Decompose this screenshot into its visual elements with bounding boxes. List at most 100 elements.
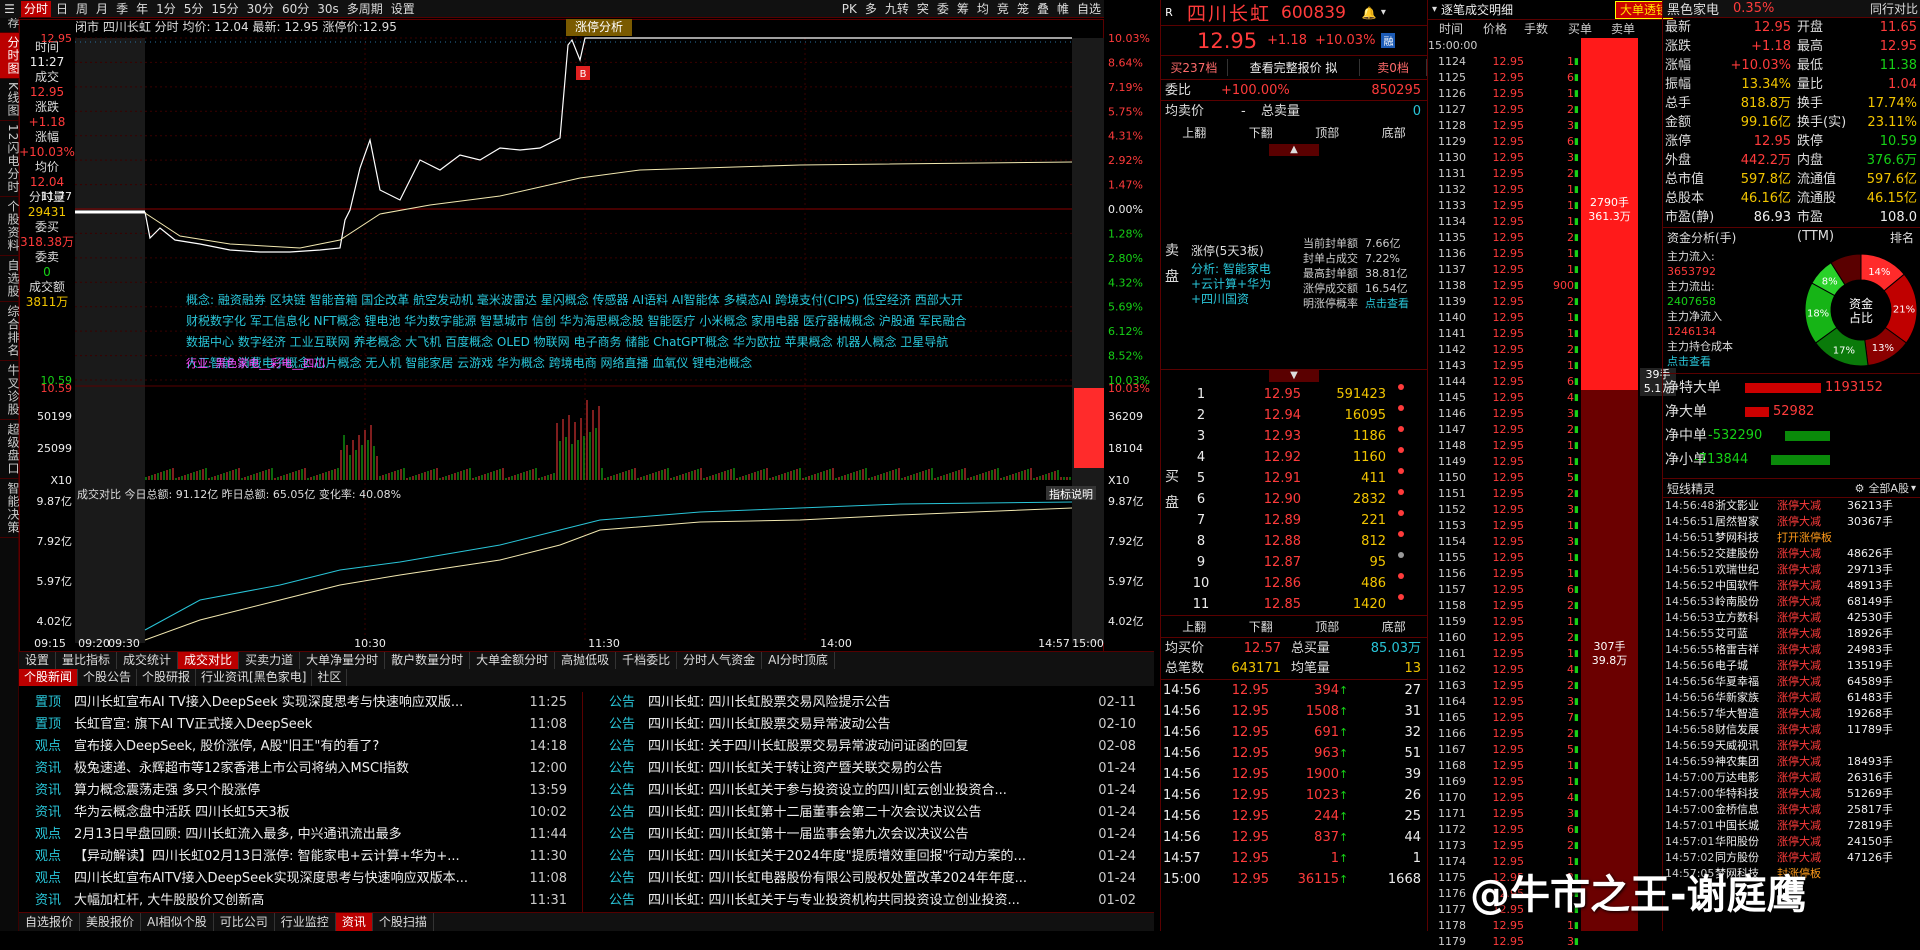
short-line-row[interactable]: 14:56:55 艾可蓝 涨停大减 18926手 xyxy=(1665,626,1920,642)
news-title[interactable]: 四川长虹: 四川长虹第十一届监事会第九次会议决议公告 xyxy=(648,824,1088,846)
bottom-tab-5[interactable]: 资讯 xyxy=(335,913,373,931)
news-title[interactable]: 算力概念震荡走强 多只个股涨停 xyxy=(74,780,519,802)
indicator-tab-9[interactable]: 千档委比 xyxy=(616,652,678,669)
short-line-row[interactable]: 14:56:51 居然智家 涨停大减 30367手 xyxy=(1665,514,1920,530)
news-title[interactable]: 大幅加杠杆, 大牛股股价又创新高 xyxy=(74,890,519,912)
news-title[interactable]: 宣布接入DeepSeek, 股价涨停, A股"旧王"有的看了? xyxy=(74,736,519,758)
short-line-row[interactable]: 14:57:00 金桥信息 涨停大减 25817手 xyxy=(1665,802,1920,818)
news-row[interactable]: 公告 四川长虹: 四川长虹第十二届董事会第二十次会议决议公告 01-24 xyxy=(596,802,1136,824)
indicator-tab-10[interactable]: 分时人气资金 xyxy=(677,652,763,669)
fund-rank-label[interactable]: 排名 xyxy=(1890,229,1920,246)
bottom-tab-4[interactable]: 行业监控 xyxy=(275,913,336,931)
orderbook-nav-0[interactable]: 上翻 xyxy=(1161,122,1228,144)
quote-bar-item-2[interactable]: 卖0档 xyxy=(1360,59,1427,76)
indicator-tab-7[interactable]: 大单金额分时 xyxy=(470,652,556,669)
short-line-row[interactable]: 14:57:01 中国长城 涨停大减 72819手 xyxy=(1665,818,1920,834)
news-row[interactable]: 公告 四川长虹: 关于四川长虹股票交易异常波动问证函的回复 02-08 xyxy=(596,736,1136,758)
indicator-tab-0[interactable]: 设置 xyxy=(19,652,57,669)
news-row[interactable]: 公告 四川长虹: 四川长虹股票交易风险提示公告 02-11 xyxy=(596,692,1136,714)
sector-name[interactable]: 黑色家电 xyxy=(1667,0,1719,18)
news-row[interactable]: 资讯 算力概念震荡走强 多只个股涨停 13:59 xyxy=(22,780,567,802)
news-title[interactable]: 华为云概念盘中活跃 四川长虹5天3板 xyxy=(74,802,519,824)
short-line-row[interactable]: 14:56:53 岭南股份 涨停大减 68149手 xyxy=(1665,594,1920,610)
news-row[interactable]: 观点 【异动解读】四川长虹02月13日涨停: 智能家电+云计算+华为+... 11:… xyxy=(22,846,567,868)
short-line-row[interactable]: 14:56:59 神农集团 涨停大减 18493手 xyxy=(1665,754,1920,770)
news-tab-0[interactable]: 个股新闻 xyxy=(19,669,79,686)
news-title[interactable]: 四川长虹宣布AITV接入DeepSeek实现深度思考与快速响应双版本... xyxy=(74,868,519,890)
caret-down-icon[interactable]: ▾ xyxy=(1381,7,1386,18)
short-line-row[interactable]: 14:57:00 万达电影 涨停大减 26316手 xyxy=(1665,770,1920,786)
news-row[interactable]: 公告 四川长虹: 四川长虹第十一届监事会第九次会议决议公告 01-24 xyxy=(596,824,1136,846)
short-line-row[interactable]: 14:56:52 交建股份 涨停大减 48626手 xyxy=(1665,546,1920,562)
news-row[interactable]: 资讯 大幅加杠杆, 大牛股股价又创新高 11:31 xyxy=(22,890,567,912)
short-line-row[interactable]: 14:56:51 欢瑞世纪 涨停大减 29713手 xyxy=(1665,562,1920,578)
news-tab-4[interactable]: 社区 xyxy=(312,669,348,686)
market-filter-caret-icon[interactable]: ▾ xyxy=(1911,483,1920,494)
market-filter[interactable]: 全部A股 xyxy=(1868,480,1909,496)
limit-stat-row[interactable]: 明涨停概率 点击查看 xyxy=(1303,296,1425,311)
news-title[interactable]: 四川长虹: 四川长虹第十二届董事会第二十次会议决议公告 xyxy=(648,802,1088,824)
bottom-tab-0[interactable]: 自选报价 xyxy=(19,913,81,931)
short-line-row[interactable]: 14:56:56 华新家族 涨停大减 61483手 xyxy=(1665,690,1920,706)
news-row[interactable]: 公告 四川长虹: 四川长虹股票交易异常波动公告 02-10 xyxy=(596,714,1136,736)
settings-icon[interactable]: ⚙ xyxy=(1855,482,1865,495)
peer-compare-button[interactable]: 同行对比 xyxy=(1870,0,1920,17)
short-line-row[interactable]: 14:56:53 立方数科 涨停大减 42530手 xyxy=(1665,610,1920,626)
orderbook-nav-0[interactable]: 上翻 xyxy=(1161,616,1228,637)
news-title[interactable]: 四川长虹: 四川长虹股票交易异常波动公告 xyxy=(648,714,1088,736)
orderbook-nav-2[interactable]: 顶部 xyxy=(1294,616,1361,637)
news-title[interactable]: 四川长虹: 四川长虹股票交易风险提示公告 xyxy=(648,692,1088,714)
news-row[interactable]: 置顶 四川长虹宣布AI TV接入DeepSeek 实现深度思考与快速响应双版...… xyxy=(22,692,567,714)
news-tab-2[interactable]: 个股研报 xyxy=(137,669,197,686)
news-row[interactable]: 置顶 长虹官宣: 旗下AI TV正式接入DeepSeek 11:08 xyxy=(22,714,567,736)
news-title[interactable]: 长虹官宣: 旗下AI TV正式接入DeepSeek xyxy=(74,714,519,736)
short-line-row[interactable]: 14:57:01 华阳股份 涨停大减 24150手 xyxy=(1665,834,1920,850)
news-row[interactable]: 公告 四川长虹: 四川长虹关于2024年度"提质增效重回报"行动方案的... 01-… xyxy=(596,846,1136,868)
orderbook-nav-1[interactable]: 下翻 xyxy=(1228,616,1295,637)
bottom-tab-2[interactable]: AI相似个股 xyxy=(141,913,214,931)
indicator-tab-11[interactable]: AI分时顶底 xyxy=(762,652,835,669)
news-title[interactable]: 四川长虹: 四川长虹关于参与投资设立的四川虹云创业投资合... xyxy=(648,780,1088,802)
bottom-tab-1[interactable]: 美股报价 xyxy=(80,913,142,931)
news-row[interactable]: 公告 四川长虹: 四川长虹关于参与投资设立的四川虹云创业投资合... 01-24 xyxy=(596,780,1136,802)
news-title[interactable]: 四川长虹: 四川长虹电器股份有限公司股权处置改革2024年年度... xyxy=(648,868,1088,890)
short-line-row[interactable]: 14:56:51 梦网科技 打开涨停板 xyxy=(1665,530,1920,546)
news-row[interactable]: 观点 四川长虹宣布AITV接入DeepSeek实现深度思考与快速响应双版本... 1… xyxy=(22,868,567,890)
collapse-down-icon[interactable]: ▼ xyxy=(1269,370,1319,382)
indicator-help-button[interactable]: 指标说明 xyxy=(1046,486,1096,501)
indicator-tab-6[interactable]: 散户数量分时 xyxy=(385,652,471,669)
bottom-tab-3[interactable]: 可比公司 xyxy=(214,913,275,931)
indicator-tab-8[interactable]: 高抛低吸 xyxy=(555,652,617,669)
news-row[interactable]: 公告 四川长虹: 四川长虹关于转让资产暨关联交易的公告 01-24 xyxy=(596,758,1136,780)
news-row[interactable]: 资讯 华为云概念盘中活跃 四川长虹5天3板 10:02 xyxy=(22,802,567,824)
bell-icon[interactable]: 🔔 xyxy=(1362,6,1377,20)
indicator-tab-4[interactable]: 买卖力道 xyxy=(239,652,301,669)
news-tab-1[interactable]: 个股公告 xyxy=(78,669,138,686)
fund-item-label[interactable]: 点击查看 xyxy=(1667,354,1767,369)
short-line-row[interactable]: 14:57:00 华特科技 涨停大减 51269手 xyxy=(1665,786,1920,802)
short-line-row[interactable]: 14:56:55 格雷吉祥 涨停大减 24983手 xyxy=(1665,642,1920,658)
news-row[interactable]: 公告 四川长虹: 四川长虹关于与专业投资机构共同投资设立创业投资... 01-02 xyxy=(596,890,1136,912)
news-title[interactable]: 四川长虹: 四川长虹关于转让资产暨关联交易的公告 xyxy=(648,758,1088,780)
orderbook-nav-3[interactable]: 底部 xyxy=(1361,616,1428,637)
collapse-up-icon[interactable]: ▲ xyxy=(1269,144,1319,156)
quote-bar-item-0[interactable]: 买237档 xyxy=(1161,59,1228,76)
news-title[interactable]: 四川长虹: 关于四川长虹股票交易异常波动问证函的回复 xyxy=(648,736,1088,758)
news-title[interactable]: 2月13日早盘回顾: 四川长虹流入最多, 中兴通讯流出最多 xyxy=(74,824,519,846)
orderbook-nav-3[interactable]: 底部 xyxy=(1361,122,1428,144)
orderbook-nav-1[interactable]: 下翻 xyxy=(1228,122,1295,144)
short-line-row[interactable]: 14:56:48 浙文影业 涨停大减 36213手 xyxy=(1665,498,1920,514)
indicator-tab-5[interactable]: 大单净量分时 xyxy=(300,652,386,669)
news-title[interactable]: 四川长虹: 四川长虹关于2024年度"提质增效重回报"行动方案的... xyxy=(648,846,1088,868)
news-row[interactable]: 资讯 极兔速递、永辉超市等12家香港上市公司将纳入MSCI指数 12:00 xyxy=(22,758,567,780)
short-line-row[interactable]: 14:56:56 华夏幸福 涨停大减 64589手 xyxy=(1665,674,1920,690)
short-line-row[interactable]: 14:56:58 财信发展 涨停大减 11789手 xyxy=(1665,722,1920,738)
news-title[interactable]: 四川长虹宣布AI TV接入DeepSeek 实现深度思考与快速响应双版... xyxy=(74,692,519,714)
indicator-tab-3[interactable]: 成交对比 xyxy=(178,652,240,669)
indicator-tab-1[interactable]: 量比指标 xyxy=(56,652,118,669)
news-tab-3[interactable]: 行业资讯[黑色家电] xyxy=(196,669,313,686)
indicator-tab-2[interactable]: 成交统计 xyxy=(117,652,179,669)
news-row[interactable]: 公告 四川长虹: 四川长虹电器股份有限公司股权处置改革2024年年度... 01-2… xyxy=(596,868,1136,890)
bottom-tab-6[interactable]: 个股扫描 xyxy=(373,913,434,931)
news-title[interactable]: 极兔速递、永辉超市等12家香港上市公司将纳入MSCI指数 xyxy=(74,758,519,780)
